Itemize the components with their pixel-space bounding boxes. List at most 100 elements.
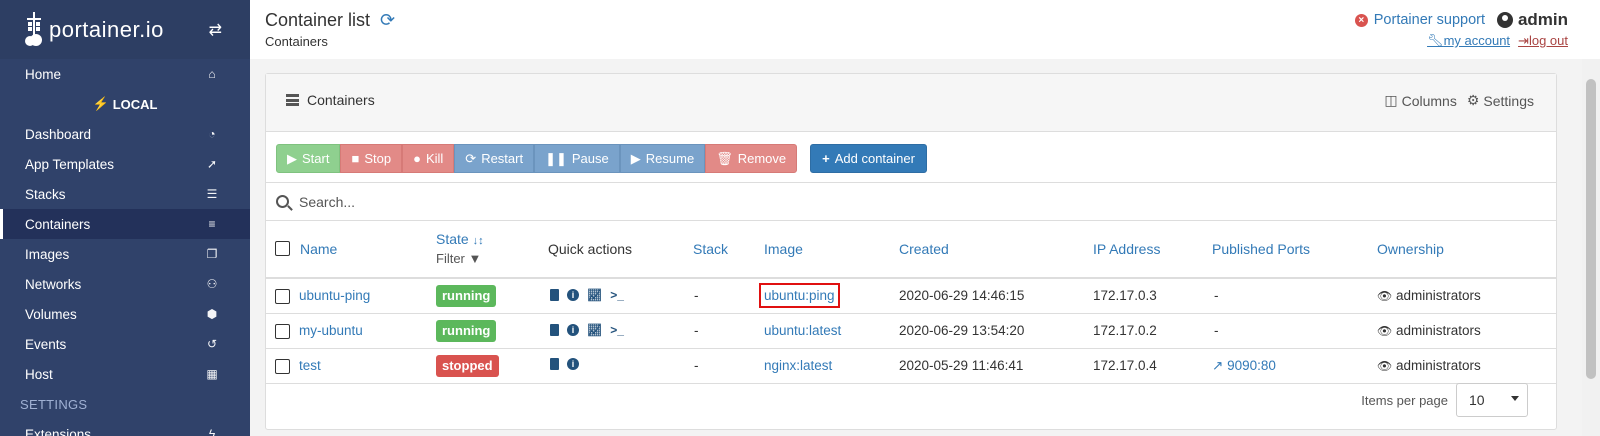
- sidebar-item-label: Events: [25, 336, 67, 352]
- image-link[interactable]: nginx:latest: [764, 358, 832, 373]
- refresh-icon[interactable]: ⟳: [380, 10, 395, 31]
- trash-icon: 🗑︎: [716, 150, 733, 166]
- column-header-created[interactable]: Created: [899, 241, 949, 257]
- gear-icon: ⚙: [1466, 92, 1480, 108]
- stop-button[interactable]: ■ Stop: [340, 144, 403, 173]
- container-name-link[interactable]: my-ubuntu: [299, 323, 363, 338]
- stack-value: -: [694, 288, 699, 303]
- server-icon: ≡: [208, 217, 216, 231]
- ip-value: 172.17.0.3: [1093, 288, 1157, 303]
- remove-button[interactable]: 🗑︎ Remove: [705, 144, 798, 173]
- pause-button[interactable]: ❚❚ Pause: [534, 144, 620, 173]
- sidebar-item-host[interactable]: Host ▦: [0, 359, 250, 389]
- start-button[interactable]: ▶ Start: [276, 144, 341, 173]
- info-icon[interactable]: i: [567, 289, 579, 301]
- sidebar: portainer.io ⇄ Home ⌂ ⚡ LOCAL Dashboard …: [0, 0, 250, 436]
- add-container-label: Add container: [834, 151, 915, 166]
- row-checkbox[interactable]: [275, 289, 290, 304]
- sidebar-item-containers[interactable]: Containers ≡: [0, 209, 250, 239]
- container-name-link[interactable]: test: [299, 358, 321, 373]
- stats-icon[interactable]: 📈︎: [587, 323, 602, 337]
- items-per-page-select[interactable]: 10: [1456, 383, 1528, 417]
- status-badge: running: [436, 320, 497, 342]
- quick-actions: i 📈︎ >_: [550, 323, 624, 337]
- portainer-support-link[interactable]: × Portainer support: [1354, 12, 1485, 28]
- pagination-controls: Items per page 10: [1361, 383, 1528, 417]
- my-account-link[interactable]: 🔧︎my account: [1427, 33, 1510, 49]
- info-icon[interactable]: i: [567, 358, 579, 370]
- container-name-link[interactable]: ubuntu-ping: [299, 288, 370, 303]
- column-header-quick-actions: Quick actions: [548, 241, 633, 257]
- eye-slash-icon: 👁︎: [1377, 359, 1393, 373]
- page-scrollbar[interactable]: [1582, 59, 1600, 436]
- search-input[interactable]: [299, 193, 1099, 210]
- add-container-button[interactable]: + Add container: [810, 144, 927, 173]
- column-header-ports[interactable]: Published Ports: [1212, 241, 1310, 257]
- external-link-icon: ↗: [1212, 358, 1224, 373]
- username: admin: [1517, 10, 1568, 29]
- sidebar-item-home[interactable]: Home ⌂: [0, 59, 250, 89]
- image-link[interactable]: ubuntu:latest: [764, 323, 841, 338]
- sidebar-toggle-icon[interactable]: ⇄: [209, 20, 222, 40]
- settings-button[interactable]: ⚙ Settings: [1467, 92, 1534, 109]
- containers-widget: Containers ◫ Columns ⚙ Settings ▶ Start ■…: [265, 73, 1557, 430]
- state-header-label: State: [436, 231, 469, 247]
- sidebar-item-app-templates[interactable]: App Templates ➚: [0, 149, 250, 179]
- sidebar-item-dashboard[interactable]: Dashboard ◔: [0, 119, 250, 149]
- sidebar-item-images[interactable]: Images ❐: [0, 239, 250, 269]
- items-per-page-label: Items per page: [1361, 392, 1448, 408]
- status-badge: stopped: [436, 355, 499, 377]
- bolt-icon: ϟ: [208, 427, 216, 436]
- info-icon[interactable]: i: [567, 324, 579, 336]
- sidebar-item-extensions[interactable]: Extensions ϟ: [0, 419, 250, 436]
- restart-label: Restart: [481, 151, 524, 166]
- search-bar: [266, 182, 1556, 221]
- play-icon: ▶: [630, 150, 641, 166]
- state-filter[interactable]: Filter ▼: [436, 251, 481, 266]
- column-header-image[interactable]: Image: [764, 241, 803, 257]
- scrollbar-thumb[interactable]: [1586, 79, 1596, 379]
- sidebar-item-events[interactable]: Events ↺: [0, 329, 250, 359]
- columns-button[interactable]: ◫ Columns: [1384, 92, 1456, 109]
- column-header-state[interactable]: State ↓↕: [436, 231, 484, 247]
- row-checkbox[interactable]: [275, 324, 290, 339]
- sidebar-section-settings: SETTINGS: [20, 396, 88, 412]
- history-icon: ↺: [206, 337, 218, 351]
- sidebar-item-label: Host: [25, 366, 53, 382]
- sidebar-item-label: Containers: [25, 216, 91, 232]
- wrench-icon: 🔧︎: [1427, 33, 1444, 48]
- column-header-stack[interactable]: Stack: [693, 241, 728, 257]
- quick-actions: i 📈︎ >_: [550, 288, 624, 302]
- sidebar-item-volumes[interactable]: Volumes ⬢: [0, 299, 250, 329]
- sidebar-item-stacks[interactable]: Stacks ☰: [0, 179, 250, 209]
- widget-actions: ◫ Columns ⚙ Settings: [1384, 92, 1534, 109]
- column-header-ownership[interactable]: Ownership: [1377, 241, 1444, 257]
- widget-header: Containers ◫ Columns ⚙ Settings: [266, 74, 1556, 132]
- sidebar-endpoint: ⚡ LOCAL: [0, 89, 250, 119]
- rocket-icon: ➚: [206, 157, 218, 171]
- eye-slash-icon: 👁︎: [1377, 324, 1393, 338]
- resume-button[interactable]: ▶ Resume: [619, 144, 706, 173]
- column-header-name[interactable]: Name: [300, 241, 337, 257]
- console-icon[interactable]: >_: [610, 288, 624, 302]
- logout-link[interactable]: ⇥log out: [1518, 33, 1568, 49]
- sync-icon: ⟳: [465, 150, 477, 166]
- select-all-checkbox[interactable]: [275, 241, 290, 256]
- sidebar-item-networks[interactable]: Networks ⚇: [0, 269, 250, 299]
- logs-icon[interactable]: [550, 289, 559, 301]
- kill-button[interactable]: ● Kill: [402, 144, 455, 173]
- console-icon[interactable]: >_: [610, 323, 624, 337]
- breadcrumb: Containers: [265, 34, 328, 49]
- widget-title-text: Containers: [307, 92, 375, 108]
- logs-icon[interactable]: [550, 358, 559, 370]
- ownership-label: administrators: [1396, 288, 1481, 303]
- row-checkbox[interactable]: [275, 359, 290, 374]
- image-link[interactable]: ubuntu:ping: [759, 283, 840, 308]
- stats-icon[interactable]: 📈︎: [587, 288, 602, 302]
- kill-label: Kill: [425, 151, 444, 166]
- logs-icon[interactable]: [550, 324, 559, 336]
- restart-button[interactable]: ⟳ Restart: [454, 144, 535, 173]
- sidebar-item-label: Networks: [25, 276, 82, 292]
- published-port-link[interactable]: ↗ 9090:80: [1212, 358, 1276, 374]
- column-header-ip[interactable]: IP Address: [1093, 241, 1160, 257]
